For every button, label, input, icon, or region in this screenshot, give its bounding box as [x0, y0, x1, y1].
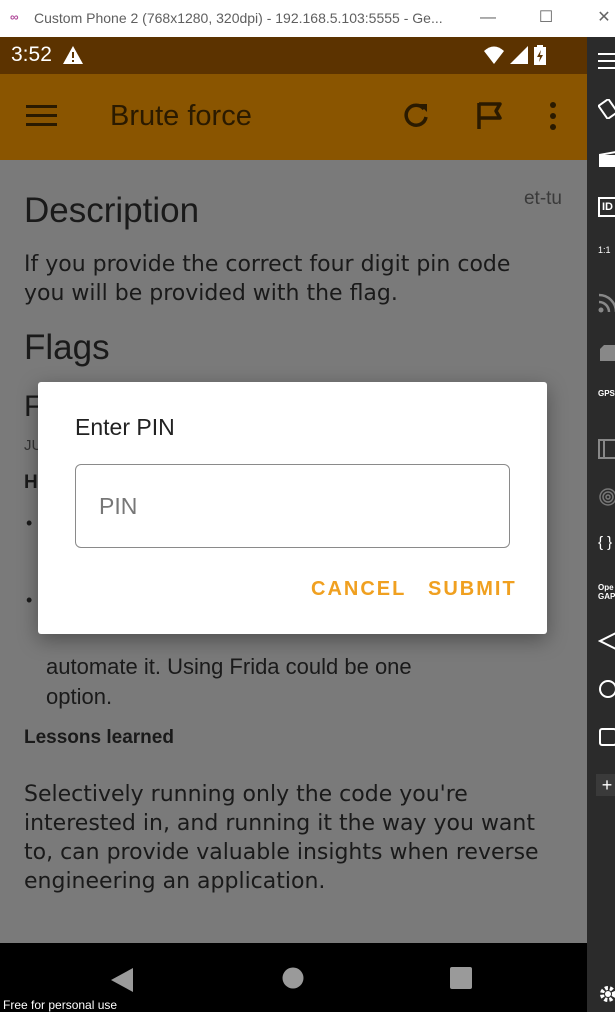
- overflow-menu-icon[interactable]: [548, 101, 558, 135]
- rss-icon[interactable]: [598, 293, 615, 313]
- enter-pin-dialog: Enter PIN CANCEL SUBMIT: [38, 382, 547, 634]
- status-bar: 3:52: [0, 37, 587, 74]
- home-icon[interactable]: [598, 679, 615, 699]
- minimize-button[interactable]: —: [476, 6, 500, 30]
- film-icon[interactable]: [598, 439, 615, 459]
- refresh-icon[interactable]: [401, 101, 431, 135]
- hamburger-icon[interactable]: [598, 51, 615, 71]
- home-nav-icon[interactable]: [282, 967, 304, 993]
- genymotion-app-icon: ∞: [10, 10, 19, 24]
- emulator-side-toolbar: ID 1:1 GPS { } Ope GAP +: [587, 37, 615, 1012]
- fingerprint-icon[interactable]: [598, 487, 615, 507]
- app-bar: Brute force: [0, 74, 587, 160]
- sd-card-icon[interactable]: [598, 343, 615, 363]
- app-title: Brute force: [110, 100, 252, 132]
- capture-icon[interactable]: [598, 149, 615, 169]
- dialog-title: Enter PIN: [75, 414, 175, 440]
- close-button[interactable]: ✕: [592, 6, 615, 30]
- maximize-button[interactable]: ☐: [534, 6, 558, 30]
- recents-nav-icon[interactable]: [450, 967, 472, 993]
- pixel-perfect-icon[interactable]: 1:1: [598, 245, 615, 265]
- description-heading: Description: [24, 191, 200, 230]
- hint-option-line: option.: [46, 684, 113, 709]
- add-button[interactable]: +: [596, 774, 615, 796]
- back-icon[interactable]: [597, 631, 615, 651]
- settings-gear-icon[interactable]: [598, 984, 615, 1004]
- author-label: et-tu: [523, 188, 562, 209]
- warning-icon: [62, 45, 84, 70]
- gps-icon[interactable]: GPS: [598, 389, 615, 409]
- obscured-hint-line: automate it. Using Frida could be one: [46, 654, 412, 679]
- pin-input[interactable]: [75, 464, 510, 548]
- bullet-two: •: [26, 590, 33, 610]
- window-titlebar: ∞ Custom Phone 2 (768x1280, 320dpi) - 19…: [0, 0, 615, 37]
- submit-button[interactable]: SUBMIT: [428, 578, 517, 601]
- flag-icon[interactable]: [476, 101, 504, 135]
- device-id-icon[interactable]: ID: [598, 197, 615, 217]
- flags-heading: Flags: [24, 328, 110, 367]
- code-braces-icon[interactable]: { }: [598, 534, 615, 554]
- bullet-one: •: [26, 513, 33, 533]
- description-text: If you provide the correct four digit pi…: [24, 252, 511, 306]
- status-time: 3:52: [11, 43, 52, 66]
- lessons-heading: Lessons learned: [24, 727, 174, 748]
- battery-icon: [534, 45, 546, 65]
- free-use-note: Free for personal use: [3, 998, 118, 1012]
- lessons-text: Selectively running only the code you're…: [24, 782, 539, 894]
- status-icons: [483, 45, 547, 65]
- signal-icon: [510, 46, 528, 64]
- hidden-sub-fragment: H: [24, 472, 38, 493]
- hamburger-menu-icon[interactable]: [26, 104, 58, 132]
- window-title: Custom Phone 2 (768x1280, 320dpi) - 192.…: [34, 10, 443, 26]
- cancel-button[interactable]: CANCEL: [311, 578, 406, 601]
- wifi-icon: [484, 46, 504, 64]
- recents-icon[interactable]: [598, 727, 615, 747]
- opengapps-icon[interactable]: Ope GAP: [598, 583, 615, 603]
- rotate-icon[interactable]: [597, 97, 615, 121]
- back-nav-icon[interactable]: [110, 967, 134, 997]
